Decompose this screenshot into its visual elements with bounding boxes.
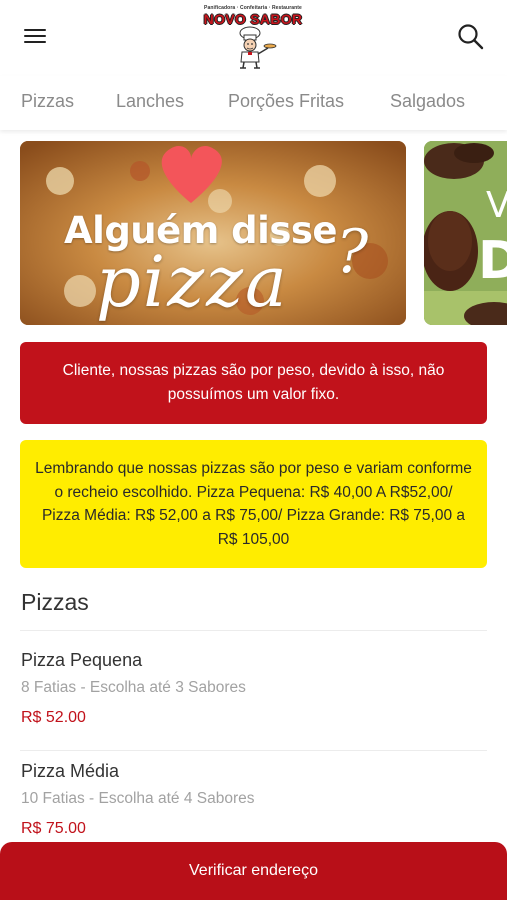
product-description: 8 Fatias - Escolha até 3 Sabores bbox=[21, 679, 246, 696]
top-header: Panificadora · Confeitaria · Restaurante… bbox=[0, 0, 507, 76]
verify-address-button[interactable]: Verificar endereço bbox=[0, 842, 507, 900]
product-divider bbox=[20, 750, 487, 751]
tab-pizzas[interactable]: Pizzas bbox=[21, 91, 74, 112]
product-price: R$ 52.00 bbox=[21, 709, 86, 726]
product-item[interactable]: Pizza Pequena 8 Fatias - Escolha até 3 S… bbox=[21, 650, 487, 727]
section-divider bbox=[20, 630, 487, 631]
app-screen: Panificadora · Confeitaria · Restaurante… bbox=[0, 0, 507, 900]
product-description: 10 Fatias - Escolha até 4 Sabores bbox=[21, 790, 255, 807]
search-icon[interactable] bbox=[454, 20, 488, 54]
tab-lanches[interactable]: Lanches bbox=[116, 91, 184, 112]
chef-mascot-icon bbox=[239, 26, 277, 69]
banner-question-mark: ? bbox=[336, 217, 369, 287]
price-notice-red: Cliente, nossas pizzas são por peso, dev… bbox=[20, 342, 487, 424]
section-title: Pizzas bbox=[21, 589, 89, 615]
price-notice-yellow: Lembrando que nossas pizzas são por peso… bbox=[20, 440, 487, 568]
menu-icon[interactable] bbox=[20, 22, 50, 52]
product-item[interactable]: Pizza Média 10 Fatias - Escolha até 4 Sa… bbox=[21, 761, 487, 838]
brand-logo[interactable]: Panificadora · Confeitaria · Restaurante… bbox=[196, 2, 310, 72]
product-price: R$ 75.00 bbox=[21, 820, 86, 837]
product-name: Pizza Pequena bbox=[21, 650, 143, 670]
banner2-big-letter: D bbox=[478, 231, 507, 291]
logo-name: NOVO SABOR bbox=[203, 11, 303, 27]
banner-script-word: pizza bbox=[96, 241, 289, 323]
banner2-top-letter: V bbox=[486, 185, 507, 226]
tab-porcoes-fritas[interactable]: Porções Fritas bbox=[228, 91, 344, 112]
product-name: Pizza Média bbox=[21, 761, 120, 781]
category-tabs: Pizzas Lanches Porções Fritas Salgados bbox=[0, 76, 507, 130]
promo-banner-pizza[interactable]: Alguém disse pizza ? bbox=[20, 141, 406, 325]
tab-salgados[interactable]: Salgados bbox=[390, 91, 465, 112]
promo-banner-dessert[interactable]: V D bbox=[424, 141, 507, 325]
